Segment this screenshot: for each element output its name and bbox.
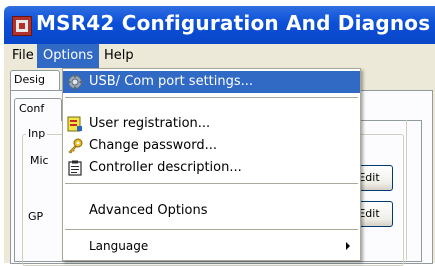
menu-item-label: USB/ Com port settings... <box>89 74 254 89</box>
menu-help[interactable]: Help <box>98 44 140 68</box>
menu-bar: File Options Help <box>4 44 435 68</box>
user-registration-icon <box>67 116 82 132</box>
tab-configuration-label: Conf <box>19 102 45 115</box>
menu-item-label: Language <box>89 239 149 253</box>
menu-item-user-registration[interactable]: User registration... <box>63 113 360 135</box>
gear-icon <box>67 74 83 90</box>
inputs-group-label: Inp <box>26 127 48 140</box>
menu-separator <box>65 97 358 98</box>
menu-item-label: Change password... <box>89 138 218 153</box>
menu-item-controller-description[interactable]: Controller description... <box>63 157 360 179</box>
window-title: MSR42 Configuration And Diagnos <box>36 11 431 35</box>
tab-design[interactable]: Desig <box>10 70 60 91</box>
menu-item-usb-com-port-settings[interactable]: USB/ Com port settings... <box>63 71 360 93</box>
menu-item-language[interactable]: Language <box>63 235 360 257</box>
tab-design-label: Desig <box>14 73 46 86</box>
menu-item-label: Controller description... <box>89 160 242 175</box>
menu-file[interactable]: File <box>6 44 40 68</box>
options-menu: USB/ Com port settings... User registrat… <box>62 68 361 261</box>
menu-separator <box>65 229 358 230</box>
panel-divider <box>406 120 407 260</box>
submenu-arrow-icon <box>346 242 350 250</box>
menu-item-change-password[interactable]: Change password... <box>63 135 360 157</box>
app-icon <box>12 16 32 36</box>
key-icon <box>68 138 83 154</box>
tab-configuration[interactable]: Conf <box>14 98 62 121</box>
menu-options[interactable]: Options <box>37 44 100 68</box>
row-mic-label: Mic <box>30 154 49 167</box>
menu-item-advanced-options[interactable]: Advanced Options <box>63 200 360 222</box>
title-bar[interactable]: MSR42 Configuration And Diagnos <box>4 6 435 44</box>
menu-item-label: User registration... <box>89 116 211 131</box>
row-gp-label: GP <box>28 210 44 223</box>
menu-separator <box>65 183 358 184</box>
clipboard-icon <box>68 160 82 176</box>
menu-item-label: Advanced Options <box>89 203 208 218</box>
